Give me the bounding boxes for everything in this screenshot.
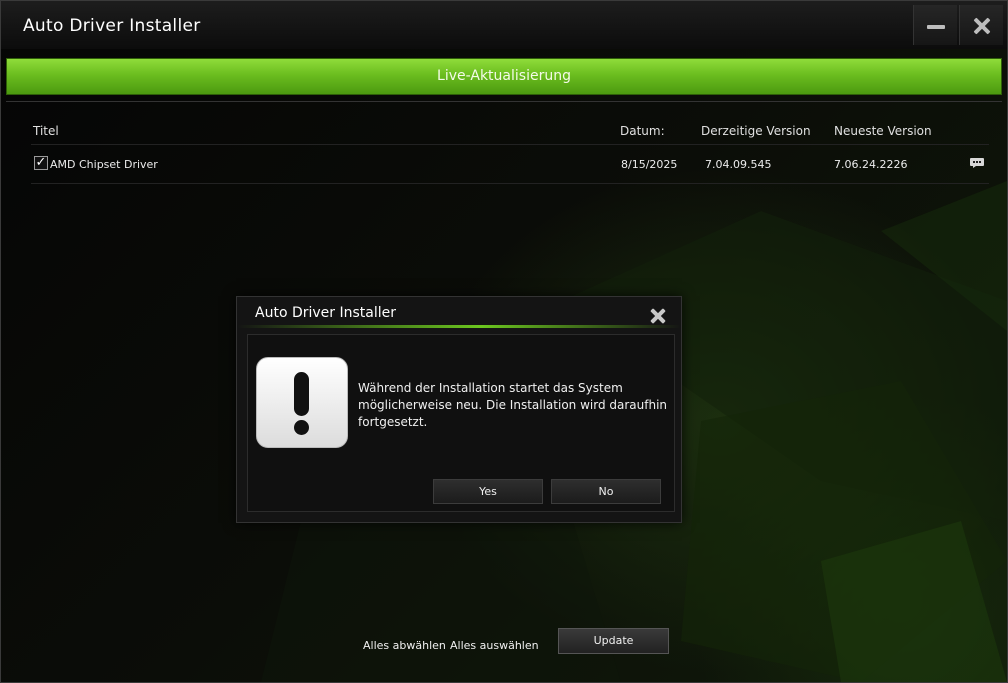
column-header-current-version: Derzeitige Version: [701, 124, 811, 138]
divider: [6, 101, 1002, 102]
column-header-latest-version: Neueste Version: [834, 124, 932, 138]
yes-button[interactable]: Yes: [433, 479, 543, 504]
column-header-date: Datum:: [620, 124, 665, 138]
title-bar: Auto Driver Installer: [1, 1, 1007, 49]
deselect-all-link[interactable]: Alles abwählen: [363, 639, 446, 652]
close-button[interactable]: [959, 5, 1003, 45]
restart-warning-dialog: Auto Driver Installer Während der Instal…: [236, 296, 682, 523]
select-all-link[interactable]: Alles auswählen: [450, 639, 539, 652]
app-window: Auto Driver Installer Live-Aktualisierun…: [0, 0, 1008, 683]
no-button[interactable]: No: [551, 479, 661, 504]
dialog-title: Auto Driver Installer: [255, 305, 396, 321]
header-divider: [31, 144, 989, 145]
live-update-button[interactable]: Live-Aktualisierung: [6, 58, 1002, 95]
row-checkbox[interactable]: ✓: [34, 156, 48, 170]
dialog-close-button[interactable]: [649, 307, 667, 325]
driver-latest-version: 7.06.24.2226: [834, 158, 908, 171]
dialog-title-glow: [237, 325, 681, 328]
comment-icon[interactable]: [970, 158, 984, 168]
driver-current-version: 7.04.09.545: [705, 158, 772, 171]
minimize-icon: [927, 25, 945, 29]
dialog-body: Während der Installation startet das Sys…: [247, 334, 675, 512]
column-header-title: Titel: [33, 124, 59, 138]
update-button[interactable]: Update: [558, 628, 669, 654]
app-title: Auto Driver Installer: [23, 16, 201, 36]
minimize-button[interactable]: [913, 5, 957, 45]
exclamation-icon: [256, 357, 348, 448]
driver-title: AMD Chipset Driver: [50, 158, 158, 171]
row-divider: [31, 183, 989, 184]
driver-date: 8/15/2025: [621, 158, 678, 171]
dialog-message: Während der Installation startet das Sys…: [358, 381, 668, 429]
